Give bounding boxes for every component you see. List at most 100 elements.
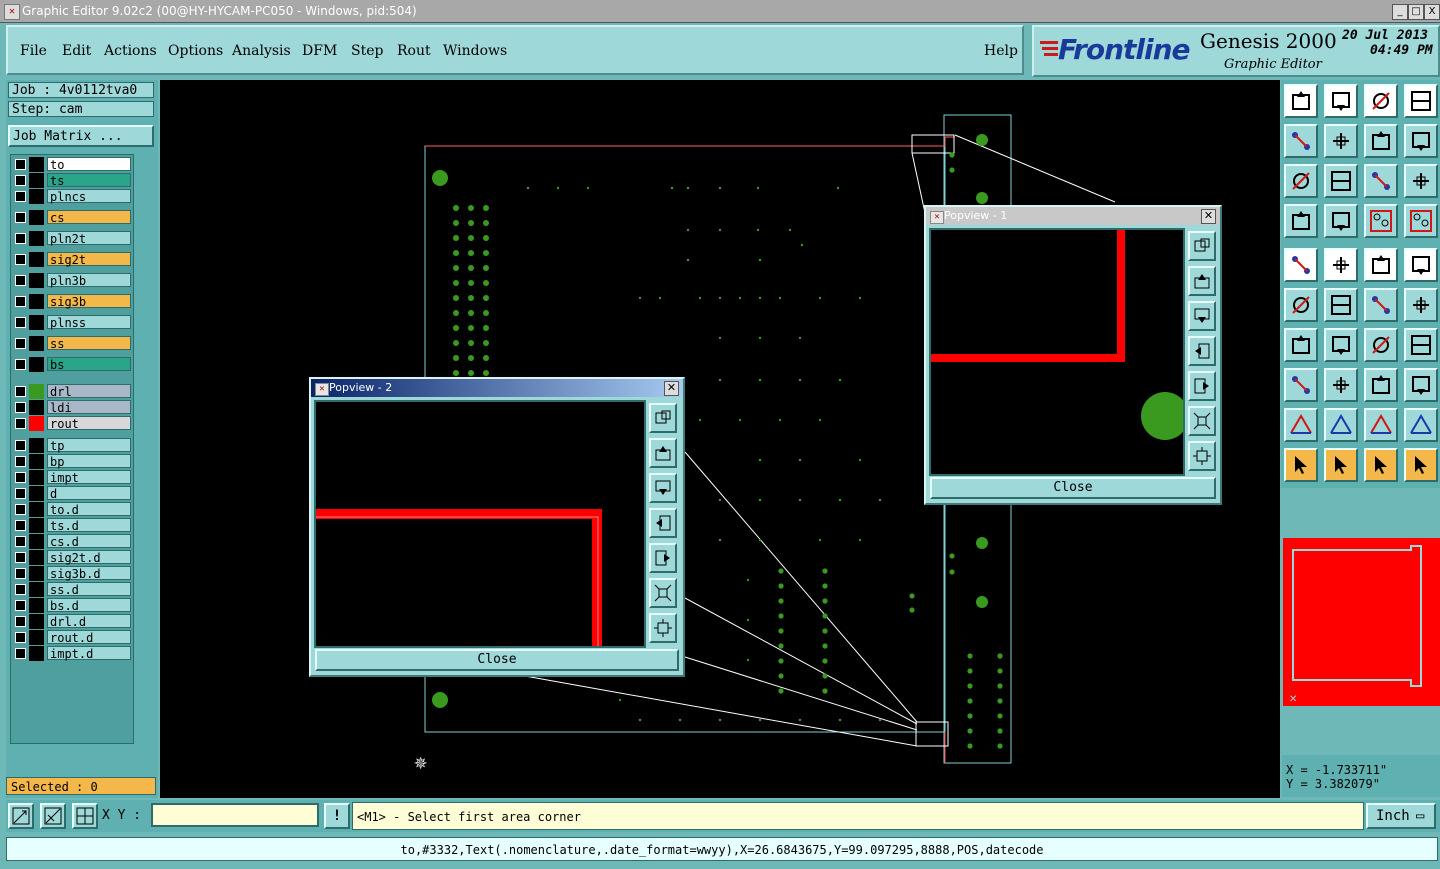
layer-checkbox[interactable] (15, 648, 26, 659)
layer-row-pln2t[interactable]: pln2t (13, 231, 133, 246)
popview-2-close-icon[interactable]: ✕ (664, 381, 679, 396)
layer-color-swatch[interactable] (29, 173, 44, 188)
layer-checkbox[interactable] (15, 536, 26, 547)
layer-color-swatch[interactable] (29, 231, 44, 246)
popview-2-zoom-in-button[interactable] (649, 578, 677, 608)
layer-row-ss[interactable]: ss (13, 336, 133, 351)
layer-row-drl[interactable]: drl (13, 384, 133, 399)
board-overview-map[interactable]: ✕ (1283, 538, 1440, 706)
popview-1-close-icon[interactable]: ✕ (1201, 209, 1216, 224)
home-view-icon[interactable] (1364, 84, 1398, 118)
layer-checkbox[interactable] (15, 418, 26, 429)
layer-row-bs-d[interactable]: bs.d (13, 598, 133, 613)
layer-name[interactable]: rout (47, 416, 131, 431)
layer-row-ts-d[interactable]: ts.d (13, 518, 133, 533)
layer-checkbox[interactable] (15, 254, 26, 265)
popview-2-pan-down-button[interactable] (649, 473, 677, 503)
triangle-blue-icon[interactable] (1364, 408, 1398, 442)
popview-1-pan-left-button[interactable] (1188, 336, 1216, 366)
layer-color-swatch[interactable] (29, 273, 44, 288)
menu-dfm[interactable]: DFM (302, 43, 337, 59)
layer-checkbox[interactable] (15, 472, 26, 483)
layer-checkbox[interactable] (15, 175, 26, 186)
select-arrow-icon[interactable] (1284, 448, 1318, 482)
layer-name[interactable]: sig2t.d (47, 550, 131, 565)
popview-1-pan-down-button[interactable] (1188, 301, 1216, 331)
layer-name[interactable]: d (47, 486, 131, 501)
layer-color-swatch[interactable] (29, 252, 44, 267)
layer-row-impt[interactable]: impt (13, 470, 133, 485)
popview-2-tool-1[interactable] (649, 403, 677, 433)
delete-cross-icon[interactable] (1324, 288, 1358, 322)
undo-view-icon[interactable] (1364, 124, 1398, 158)
layer-name[interactable]: drl.d (47, 614, 131, 629)
layer-row-rout[interactable]: rout (13, 416, 133, 431)
popview-1-pan-up-button[interactable] (1188, 266, 1216, 296)
layer-color-swatch[interactable] (29, 518, 44, 533)
layer-row-pln3b[interactable]: pln3b (13, 273, 133, 288)
move-node-2-icon[interactable] (1404, 288, 1438, 322)
layer-color-swatch[interactable] (29, 614, 44, 629)
layer-name[interactable]: to.d (47, 502, 131, 517)
layer-toggle-red-2-icon[interactable] (1404, 204, 1438, 238)
layer-color-swatch[interactable] (29, 486, 44, 501)
layer-row-sig3b-d[interactable]: sig3b.d (13, 566, 133, 581)
add-pad-icon[interactable] (1284, 248, 1318, 282)
popview-2-view[interactable] (314, 400, 646, 648)
triangle-outline-icon[interactable] (1324, 408, 1358, 442)
layer-row-plnss[interactable]: plnss (13, 315, 133, 330)
menu-windows[interactable]: Windows (443, 43, 507, 59)
layer-color-swatch[interactable] (29, 384, 44, 399)
shape-edit-icon[interactable] (1404, 368, 1438, 402)
menu-analysis[interactable]: Analysis (232, 43, 291, 59)
layer-color-swatch[interactable] (29, 598, 44, 613)
layer-checkbox[interactable] (15, 632, 26, 643)
popview-2-pan-right-button[interactable] (649, 543, 677, 573)
layer-checkbox[interactable] (15, 568, 26, 579)
minimize-button[interactable]: _ (1392, 4, 1408, 20)
layer-checkbox[interactable] (15, 317, 26, 328)
move-to-bottom-icon[interactable] (1324, 84, 1358, 118)
layer-name[interactable]: ts.d (47, 518, 131, 533)
layer-name[interactable]: sig3b.d (47, 566, 131, 581)
popview-2-pan-up-button[interactable] (649, 438, 677, 468)
mirror-icon[interactable] (1404, 328, 1438, 362)
job-matrix-button[interactable]: Job Matrix ... (8, 125, 154, 147)
layer-row-plncs[interactable]: plncs (13, 189, 133, 204)
layer-name[interactable]: cs.d (47, 534, 131, 549)
menu-actions[interactable]: Actions (104, 43, 157, 59)
layer-color-swatch[interactable] (29, 315, 44, 330)
triangle-blue-2-icon[interactable] (1404, 408, 1438, 442)
select-arrow-3-icon[interactable] (1364, 448, 1398, 482)
draw-red-line-icon[interactable] (1324, 328, 1358, 362)
menu-file[interactable]: File (20, 43, 47, 59)
layer-checkbox[interactable] (15, 359, 26, 370)
layer-color-swatch[interactable] (29, 534, 44, 549)
layer-row-cs-d[interactable]: cs.d (13, 534, 133, 549)
layer-name[interactable]: pln3b (47, 273, 131, 288)
layer-color-swatch[interactable] (29, 189, 44, 204)
layer-color-swatch[interactable] (29, 400, 44, 415)
layer-name[interactable]: rout.d (47, 630, 131, 645)
layer-row-d[interactable]: d (13, 486, 133, 501)
menu-rout[interactable]: Rout (397, 43, 431, 59)
snap-mode-icon[interactable] (8, 803, 34, 829)
zoom-fit-icon[interactable] (1284, 164, 1318, 198)
zoom-center-icon[interactable] (1324, 164, 1358, 198)
triangle-tool-icon[interactable] (1284, 408, 1318, 442)
maximize-button[interactable]: □ (1408, 4, 1424, 20)
layer-checkbox[interactable] (15, 520, 26, 531)
layer-name[interactable]: impt.d (47, 646, 131, 661)
popview-1-view[interactable] (929, 228, 1185, 476)
layer-name[interactable]: ldi (47, 400, 131, 415)
pan-right-icon[interactable] (1324, 124, 1358, 158)
layer-name[interactable]: to (47, 157, 131, 172)
layer-checkbox[interactable] (15, 212, 26, 223)
layer-name[interactable]: tp (47, 438, 131, 453)
layer-checkbox[interactable] (15, 456, 26, 467)
layer-name[interactable]: bs (47, 357, 131, 372)
rotate-icon[interactable] (1364, 328, 1398, 362)
layer-row-rout-d[interactable]: rout.d (13, 630, 133, 645)
move-to-top-icon[interactable] (1284, 84, 1318, 118)
select-arrow-2-icon[interactable] (1324, 448, 1358, 482)
